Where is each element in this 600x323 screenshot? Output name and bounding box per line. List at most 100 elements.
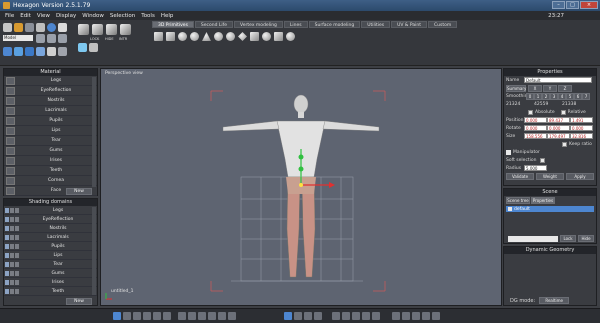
visibility-icon[interactable]: [5, 279, 9, 285]
shading-item[interactable]: Legs: [4, 206, 97, 215]
camera-icon[interactable]: [178, 312, 186, 320]
sphere-select-icon[interactable]: [47, 23, 56, 32]
close-button[interactable]: ×: [580, 1, 598, 9]
smoothing-level-button[interactable]: 1: [534, 92, 542, 100]
shading-mode-icon[interactable]: [332, 312, 340, 320]
flat-mode-icon[interactable]: [362, 312, 370, 320]
shading-item[interactable]: Nostrils: [4, 224, 97, 233]
menu-window[interactable]: Window: [79, 13, 107, 19]
visibility-icon[interactable]: [5, 225, 9, 231]
tab-utilities[interactable]: Utilities: [361, 21, 391, 28]
summary-x-button[interactable]: X: [528, 84, 542, 92]
lock-icon[interactable]: [10, 216, 14, 222]
tab-lines[interactable]: Lines: [283, 21, 308, 28]
ring-primitive-icon[interactable]: [262, 32, 271, 41]
material-item[interactable]: Tear: [4, 136, 97, 146]
octahedron-primitive-icon[interactable]: [238, 32, 247, 41]
rotate-x-field[interactable]: 0.000: [524, 125, 547, 131]
size-y-field[interactable]: 179.497: [547, 133, 570, 139]
hide-button[interactable]: Hide: [578, 235, 594, 242]
menu-edit[interactable]: Edit: [17, 13, 34, 19]
shading-item[interactable]: Gums: [4, 269, 97, 278]
smoothing-level-button[interactable]: 2: [542, 92, 550, 100]
tab-surface-modeling[interactable]: Surface modeling: [308, 21, 361, 28]
move-tool-icon[interactable]: [3, 47, 12, 56]
snap-toggle-icon[interactable]: [402, 312, 410, 320]
size-x-field[interactable]: 158.556: [524, 133, 547, 139]
new-shading-button[interactable]: New: [66, 298, 92, 305]
view-single-icon[interactable]: [113, 312, 121, 320]
view-top-icon[interactable]: [143, 312, 151, 320]
visibility-icon[interactable]: [5, 261, 9, 267]
capsule-primitive-icon[interactable]: [226, 32, 235, 41]
grid-primitive-icon[interactable]: [274, 32, 283, 41]
dg-mode-select[interactable]: Realtime: [539, 297, 570, 304]
apply-button[interactable]: Apply: [566, 172, 594, 180]
smoothing-level-button[interactable]: 0: [526, 92, 534, 100]
summary-z-button[interactable]: Z: [558, 84, 572, 92]
texture-icon[interactable]: [218, 312, 226, 320]
paint-tool-icon[interactable]: [36, 23, 45, 32]
shading-item[interactable]: Lacrimals: [4, 233, 97, 242]
box-primitive-icon[interactable]: [250, 32, 259, 41]
tab-custom[interactable]: Custom: [428, 21, 458, 28]
visibility-icon[interactable]: [5, 243, 9, 249]
lock-icon[interactable]: [10, 270, 14, 276]
view-front-icon[interactable]: [153, 312, 161, 320]
smoothing-level-button[interactable]: 4: [558, 92, 566, 100]
material-item[interactable]: Teeth: [4, 166, 97, 176]
material-item[interactable]: Cornea: [4, 176, 97, 186]
shading-item[interactable]: Pupils: [4, 242, 97, 251]
lock-selection-icon[interactable]: [58, 23, 67, 32]
smooth-shading-icon[interactable]: [89, 43, 98, 52]
symmetry-tool-icon[interactable]: [58, 47, 67, 56]
intersect-icon[interactable]: [120, 24, 131, 35]
mode-select[interactable]: Model: [3, 35, 33, 41]
visibility-icon[interactable]: [5, 252, 9, 258]
position-y-field[interactable]: 89.437: [547, 117, 570, 123]
perspective-viewport[interactable]: Perspective view untitled_1: [100, 68, 502, 306]
settings-icon[interactable]: [432, 312, 440, 320]
shading-item[interactable]: Lips: [4, 251, 97, 260]
grid-toggle-icon[interactable]: [392, 312, 400, 320]
torus-primitive-icon[interactable]: [214, 32, 223, 41]
rotate-tool-icon[interactable]: [14, 47, 23, 56]
visibility-icon[interactable]: [5, 234, 9, 240]
cube-primitive-icon[interactable]: [166, 32, 175, 41]
rotate-z-field[interactable]: 0.000: [570, 125, 593, 131]
universal-manipulator-icon[interactable]: [36, 47, 45, 56]
material-item[interactable]: Pupils: [4, 116, 97, 126]
cube-select-icon[interactable]: [78, 24, 89, 35]
select-tool-icon[interactable]: [3, 23, 12, 32]
size-z-field[interactable]: 32.816: [570, 133, 593, 139]
shading-scrollbar[interactable]: [92, 207, 96, 295]
position-z-field[interactable]: 1.491: [570, 117, 593, 123]
material-item[interactable]: Gums: [4, 146, 97, 156]
lock-icon[interactable]: [10, 234, 14, 240]
tab-scene-tree[interactable]: Scene tree: [506, 197, 530, 204]
absolute-radio[interactable]: [528, 109, 533, 115]
visibility-icon[interactable]: [5, 270, 9, 276]
cone-primitive-icon[interactable]: [202, 32, 211, 41]
material-scrollbar[interactable]: [92, 77, 96, 187]
lock-icon[interactable]: [10, 225, 14, 231]
lasso-tool-icon[interactable]: [25, 23, 34, 32]
visibility-icon[interactable]: [5, 288, 9, 294]
cylinder-primitive-icon[interactable]: [190, 32, 199, 41]
maximize-button[interactable]: □: [566, 1, 579, 9]
display-options-icon[interactable]: [422, 312, 430, 320]
material-item[interactable]: Nostrils: [4, 96, 97, 106]
lock-icon[interactable]: [10, 207, 14, 213]
tab-scene-properties[interactable]: Properties: [531, 197, 555, 204]
smoothing-level-button[interactable]: 3: [550, 92, 558, 100]
material-item[interactable]: EyeReflection: [4, 86, 97, 96]
scale-tool-icon[interactable]: [25, 47, 34, 56]
frame-all-icon[interactable]: [188, 312, 196, 320]
scene-tree-item[interactable]: default: [506, 206, 594, 212]
tab-vertex-modeling[interactable]: Vertex modeling: [234, 21, 283, 28]
material-view-icon[interactable]: [228, 312, 236, 320]
rotate-y-field[interactable]: 0.000: [547, 125, 570, 131]
view-split-icon[interactable]: [123, 312, 131, 320]
pan-icon[interactable]: [304, 312, 312, 320]
view-quad-icon[interactable]: [133, 312, 141, 320]
